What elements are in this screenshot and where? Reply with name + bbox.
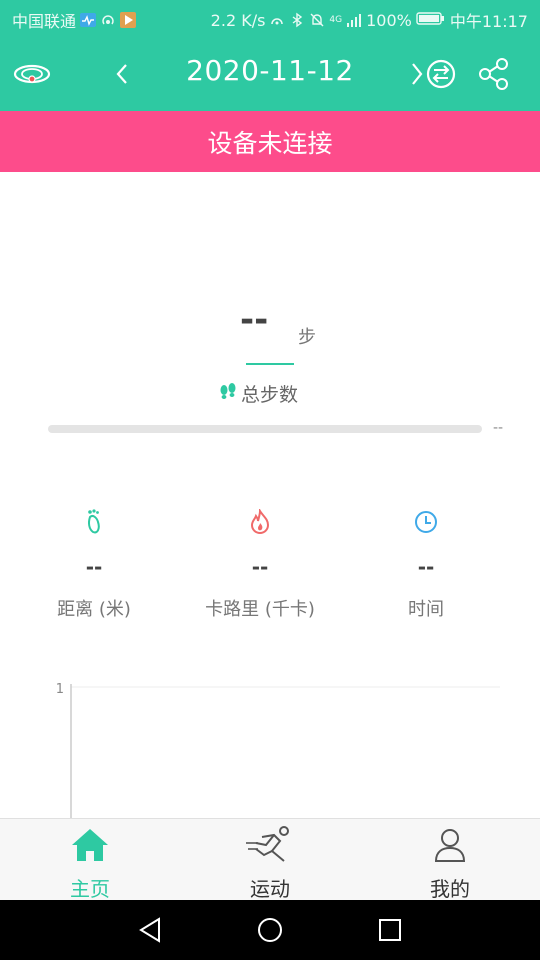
flame-icon [170,505,350,539]
battery-icon [416,10,446,30]
nav-back-icon[interactable] [132,912,168,948]
switch-icon[interactable] [410,54,460,94]
steps-progress-bar [48,425,482,433]
chart-y-tick: 1 [56,682,64,697]
tab-sport-label: 运动 [250,877,290,901]
calories-value: -- [251,555,269,579]
time-value: -- [417,555,435,579]
banner-text: 设备未连接 [207,128,333,158]
mute-icon [309,12,325,28]
heartbeat-icon [80,12,97,28]
nav-home-icon[interactable] [252,912,288,948]
tab-profile-label: 我的 [430,877,470,901]
calories-label: 卡路里 (千卡) [205,599,315,620]
play-app-icon [120,12,137,28]
signal-icon [346,12,362,28]
steps-unit: 步 [298,327,316,348]
distance-value: -- [85,555,103,579]
share-icon[interactable] [474,54,514,94]
system-nav-bar [0,900,540,960]
time-label: 时间 [408,599,444,620]
distance-stat: -- 距离 (米) [4,505,184,621]
foot-icon [4,505,184,539]
tab-home-label: 主页 [70,877,110,901]
calories-stat: -- 卡路里 (千卡) [170,505,350,621]
time-stat: -- 时间 [336,505,516,621]
total-steps-label: 总步数 [218,380,298,407]
bluetooth-icon [289,12,305,28]
tab-home[interactable]: 主页 [0,819,180,901]
steps-chart: 1 [40,676,510,818]
steps-underline [246,363,294,365]
device-disconnected-banner[interactable]: 设备未连接 [0,111,540,172]
network-type: 4G [329,15,343,25]
battery-percent: 100% [366,10,412,30]
nav-recents-icon[interactable] [372,912,408,948]
network-speed: 2.2 K/s [210,10,266,30]
running-icon [180,825,360,865]
tab-bar: 主页 运动 我的 [0,818,540,901]
carrier-label: 中国联通 [12,12,77,31]
distance-label: 距离 (米) [57,599,131,620]
home-icon [0,825,180,865]
tab-profile[interactable]: 我的 [360,819,540,901]
app-bar: 2020-11-12 [0,36,540,111]
total-steps-text: 总步数 [241,384,299,406]
steps-goal-value: -- [493,420,504,436]
tab-sport[interactable]: 运动 [180,819,360,901]
clock-icon [336,505,516,539]
steps-value: -- [240,300,269,340]
nfc-icon [269,12,285,28]
hotspot-icon [100,12,116,28]
status-bar: 中国联通 2.2 K/s 4G 100% 中午11:17 [0,0,540,36]
clock-time: 中午11:17 [449,12,528,31]
footprints-icon [218,381,238,406]
profile-icon [360,825,540,865]
